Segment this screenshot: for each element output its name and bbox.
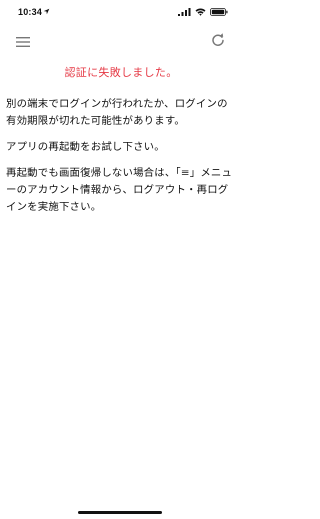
battery-icon	[210, 8, 228, 16]
home-indicator	[78, 511, 162, 514]
status-time: 10:34	[18, 7, 43, 17]
status-bar: 10:34	[0, 0, 240, 22]
error-message-relogin: 再起動でも画面復帰しない場合は、「≡」メニューのアカウント情報から、ログアウト・…	[6, 167, 233, 213]
reload-icon[interactable]	[211, 32, 225, 46]
cellular-signal-icon	[178, 8, 191, 16]
error-content: 認証に失敗しました。 別の端末でログインが行われたか、ログインの有効期限が切れた…	[6, 66, 236, 225]
error-title: 認証に失敗しました。	[64, 66, 178, 79]
status-indicators	[178, 8, 228, 16]
wifi-icon	[195, 8, 206, 16]
error-message-session: 別の端末でログインが行われたか、ログインの有効期限が切れた可能性があります。	[6, 98, 228, 127]
hamburger-menu-icon[interactable]	[16, 33, 30, 47]
error-message-restart: アプリの再起動をお試し下さい。	[6, 141, 165, 153]
toolbar	[0, 28, 240, 50]
location-arrow-icon	[43, 8, 50, 15]
